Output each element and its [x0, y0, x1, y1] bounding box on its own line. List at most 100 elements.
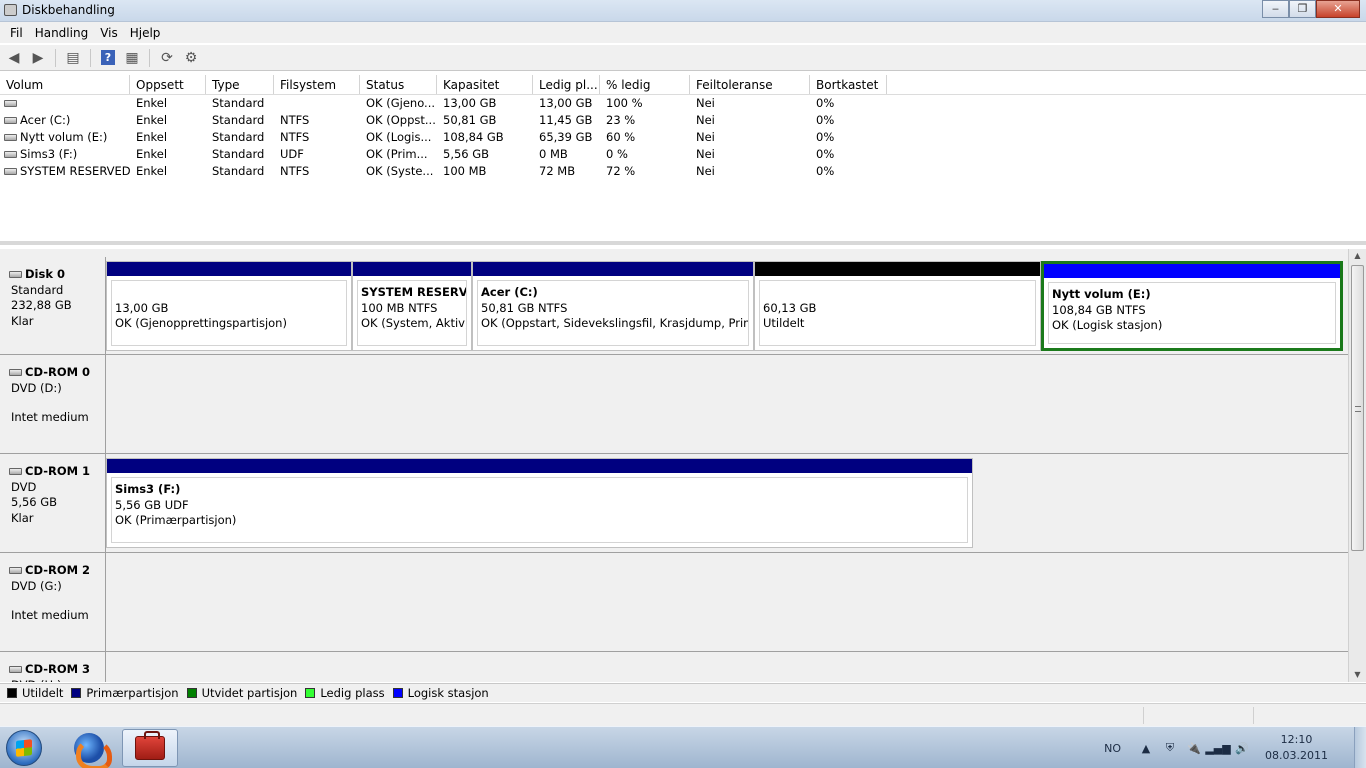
- minimize-button[interactable]: ‒: [1262, 0, 1289, 18]
- taskbar-firefox[interactable]: [61, 729, 117, 768]
- disk-partition-area: [106, 553, 1348, 651]
- column-header[interactable]: Ledig pl...: [533, 75, 600, 94]
- forward-arrow-icon[interactable]: ▶: [28, 48, 48, 68]
- column-header[interactable]: Feiltoleranse: [690, 75, 810, 94]
- volume-row[interactable]: SYSTEM RESERVED Enkel Standard NTFS OK (Syst…: [0, 163, 1366, 180]
- legend-item: Logisk stasjon: [392, 686, 489, 700]
- disk-line2: 5,56 GB: [11, 495, 58, 509]
- system-tray: NO ▲ ⛨ 🔌 ▂▄▆ 🔊 12:10 08.03.2011: [1104, 727, 1366, 768]
- menu-vis[interactable]: Vis: [94, 26, 124, 40]
- partition-name-empty: [115, 285, 346, 301]
- volume-cell: OK (Prim...: [366, 147, 428, 161]
- partition-block[interactable]: Nytt volum (E:) 108,84 GB NTFS OK (Logisk …: [1041, 261, 1343, 351]
- start-button[interactable]: [6, 730, 42, 766]
- power-plug-icon[interactable]: 🔌: [1187, 741, 1201, 755]
- menu-fil[interactable]: Fil: [4, 26, 29, 40]
- volume-cell: 100 MB: [443, 164, 487, 178]
- volume-row[interactable]: Sims3 (F:) Enkel Standard UDF OK (Prim... 5,5…: [0, 146, 1366, 163]
- clock[interactable]: 12:10 08.03.2011: [1265, 732, 1328, 764]
- volume-cell: Enkel: [136, 130, 168, 144]
- volume-name-cell: Nytt volum (E:): [0, 129, 130, 146]
- column-header[interactable]: Type: [206, 75, 274, 94]
- menu-bar: Fil Handling Vis Hjelp: [0, 22, 1366, 43]
- volume-name: Acer (C:): [20, 113, 71, 127]
- language-indicator[interactable]: NO: [1104, 742, 1121, 755]
- partition-name: Nytt volum (E:): [1052, 287, 1151, 301]
- disk-management-app-icon: [4, 4, 17, 16]
- disk-name-label: CD-ROM 0: [25, 365, 91, 379]
- show-hidden-icons-icon[interactable]: ▲: [1139, 741, 1153, 755]
- partition-block[interactable]: Sims3 (F:) 5,56 GB UDF OK (Primærpartisjon…: [106, 458, 973, 548]
- legend-label: Utvidet partisjon: [201, 686, 298, 700]
- menu-hjelp[interactable]: Hjelp: [124, 26, 167, 40]
- partition-block[interactable]: Acer (C:) 50,81 GB NTFS OK (Oppstart, Side…: [472, 261, 754, 351]
- cd-rom-icon: [9, 369, 22, 377]
- console-tree-icon[interactable]: ▤: [63, 48, 83, 68]
- column-header[interactable]: Oppsett: [130, 75, 206, 94]
- disk-line3: Intet medium: [11, 608, 89, 622]
- back-arrow-icon[interactable]: ◀: [4, 48, 24, 68]
- partition-legend: Utildelt Primærpartisjon Utvidet partisjon…: [0, 683, 1366, 702]
- scrollbar-thumb[interactable]: [1351, 265, 1364, 551]
- antivirus-shield-icon[interactable]: ⛨: [1163, 741, 1177, 755]
- scroll-up-icon[interactable]: ▲: [1349, 249, 1366, 263]
- menu-handling[interactable]: Handling: [29, 26, 95, 40]
- disk-name-label: Disk 0: [25, 267, 65, 281]
- partition-block[interactable]: 60,13 GB Utildelt: [754, 261, 1041, 351]
- properties-icon[interactable]: ▦: [122, 48, 142, 68]
- partition-block[interactable]: SYSTEM RESERVED100 MB NTFSOK (System, Ak…: [352, 261, 472, 351]
- partition-details: SYSTEM RESERVED100 MB NTFSOK (System, Ak…: [357, 280, 467, 346]
- volume-list: Volum Oppsett Type Filsystem Status Kapasitet…: [0, 75, 1366, 245]
- disk-name-label: CD-ROM 2: [25, 563, 91, 577]
- settings-icon[interactable]: ⚙: [181, 48, 201, 68]
- column-header[interactable]: Bortkastet: [810, 75, 887, 94]
- taskbar-disk-management[interactable]: [122, 729, 178, 767]
- partition-block[interactable]: 13,00 GB OK (Gjenopprettingspartisjon): [106, 261, 352, 351]
- help-icon: ?: [101, 50, 115, 65]
- refresh-icon[interactable]: ⟳: [157, 48, 177, 68]
- disk-pane-scrollbar[interactable]: ▲ ▼: [1348, 249, 1366, 682]
- disk-partition-area: [106, 355, 1348, 453]
- volume-cell: OK (Oppst...: [366, 113, 436, 127]
- title-bar: Diskbehandling ‒ ❐ ✕: [0, 0, 1366, 22]
- volume-row[interactable]: Acer (C:) Enkel Standard NTFS OK (Oppst... 50…: [0, 112, 1366, 129]
- scroll-down-icon[interactable]: ▼: [1349, 668, 1366, 682]
- legend-swatch: [71, 688, 82, 698]
- clock-date: 08.03.2011: [1265, 749, 1328, 762]
- disk-info-panel[interactable]: CD-ROM 3 DVD (H:): [0, 652, 106, 682]
- legend-item: Ledig plass: [305, 686, 385, 700]
- partition-status: OK (Logisk stasjon): [1052, 318, 1163, 332]
- help-button[interactable]: ?: [98, 48, 118, 68]
- column-header[interactable]: % ledig: [600, 75, 690, 94]
- column-header[interactable]: Status: [360, 75, 437, 94]
- volume-name-cell: SYSTEM RESERVED: [0, 163, 130, 180]
- disk-info-panel[interactable]: CD-ROM 2 DVD (G:) Intet medium: [0, 553, 106, 651]
- show-desktop-button[interactable]: [1354, 727, 1366, 768]
- disk-info-panel[interactable]: CD-ROM 1 DVD 5,56 GB Klar: [0, 454, 106, 552]
- network-signal-icon[interactable]: ▂▄▆: [1205, 741, 1230, 755]
- toolbar-separator: [149, 48, 150, 67]
- volume-cell: 72 %: [606, 164, 636, 178]
- maximize-button[interactable]: ❐: [1289, 0, 1316, 18]
- column-header[interactable]: Filsystem: [274, 75, 360, 94]
- disk-row: CD-ROM 1 DVD 5,56 GB Klar Sims3 (F:) 5,56 GB …: [0, 454, 1348, 553]
- disk-info-gap: [11, 594, 105, 608]
- column-header[interactable]: Volum: [0, 75, 130, 94]
- volume-cell: 0 MB: [539, 147, 568, 161]
- volume-cell: OK (Gjeno...: [366, 96, 436, 110]
- disk-line3: Klar: [11, 313, 34, 328]
- close-button[interactable]: ✕: [1316, 0, 1360, 18]
- volume-row[interactable]: Nytt volum (E:) Enkel Standard NTFS OK (Logi…: [0, 129, 1366, 146]
- disk-info-panel[interactable]: Disk 0 Standard 232,88 GB Klar: [0, 257, 106, 354]
- volume-speaker-icon[interactable]: 🔊: [1235, 741, 1249, 755]
- partition-status: OK (Oppstart, Sidevekslingsfil, Krasjdum…: [481, 316, 749, 330]
- cd-rom-icon: [9, 468, 22, 476]
- volume-cell: Nei: [696, 96, 715, 110]
- column-header[interactable]: Kapasitet: [437, 75, 533, 94]
- status-bar: [0, 703, 1366, 726]
- toolbar-separator: [90, 48, 91, 67]
- disk-line1: Standard: [11, 282, 64, 297]
- volume-row[interactable]: Enkel Standard OK (Gjeno... 13,00 GB 13,00 G…: [0, 95, 1366, 112]
- disk-info-panel[interactable]: CD-ROM 0 DVD (D:) Intet medium: [0, 355, 106, 453]
- toolbar-separator: [55, 48, 56, 67]
